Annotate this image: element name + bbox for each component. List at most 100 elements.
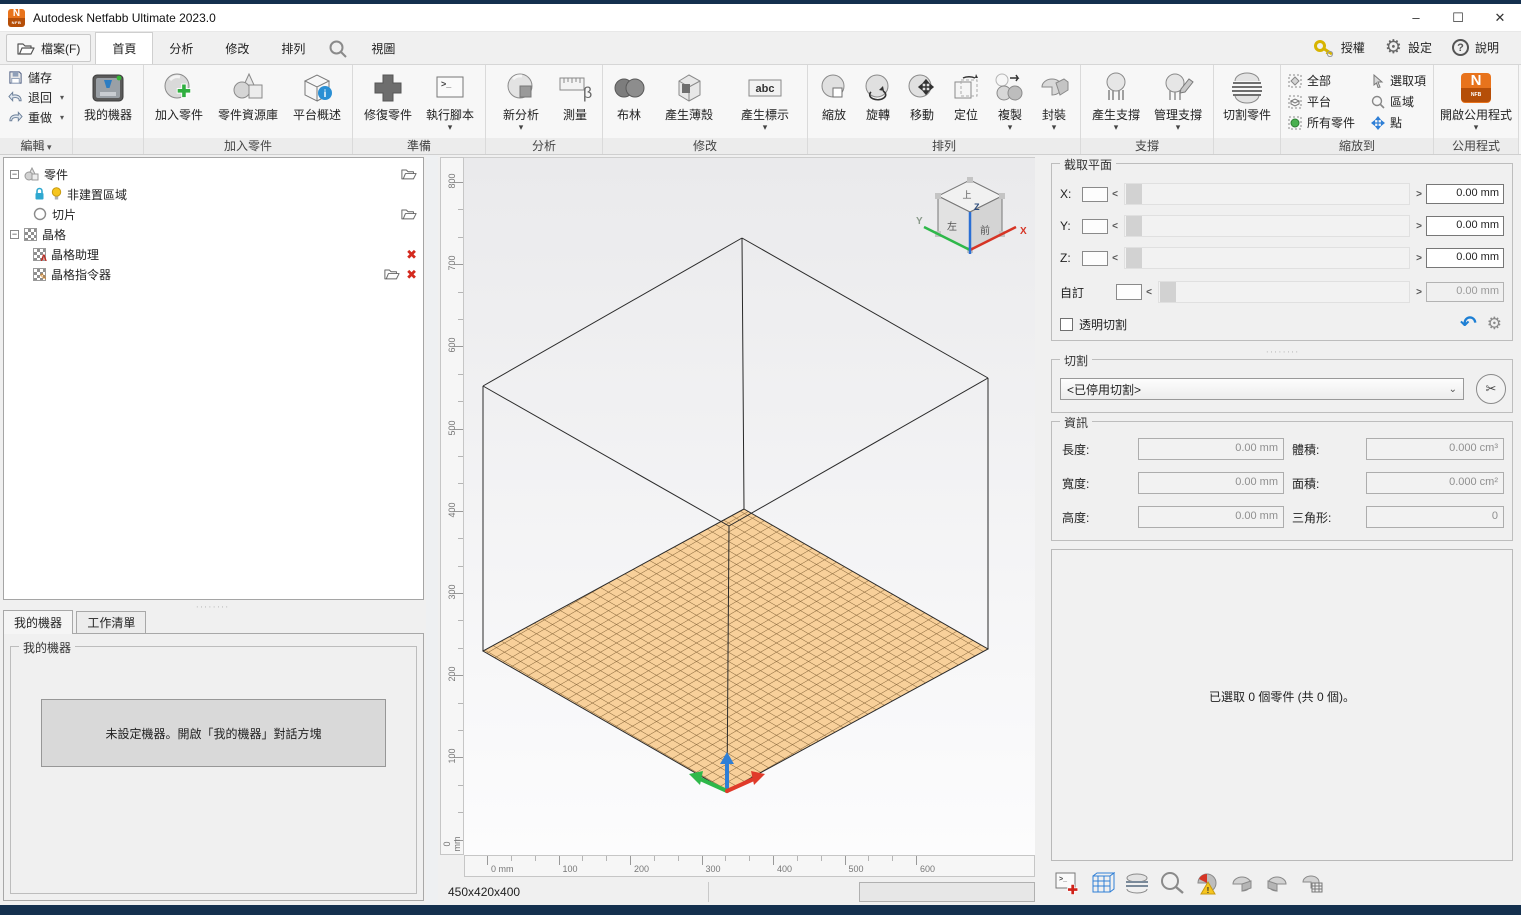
save-button[interactable]: 儲存 [4,67,56,87]
duplicate-button[interactable]: 複製 [988,67,1032,131]
zoom-point-button[interactable]: 點 [1368,113,1429,132]
license-button[interactable]: 授權 [1305,39,1373,57]
slider-left-arrow[interactable]: < [1108,253,1122,264]
slider-left-arrow[interactable]: < [1108,221,1122,232]
create-label-button[interactable]: abc 產生標示 [727,67,803,131]
add-part-button[interactable]: 加入零件 [148,67,210,123]
new-script-button[interactable]: >_ [1053,869,1081,897]
settings-button[interactable]: ⚙ 設定 [1377,36,1440,59]
collapse-icon[interactable] [10,230,19,239]
shell-grid-button[interactable] [1298,869,1326,897]
tab-arrange[interactable]: 排列 [265,33,321,64]
maximize-button[interactable]: ☐ [1437,5,1479,31]
slider-thumb[interactable] [1126,216,1142,236]
tab-job-list[interactable]: 工作清單 [76,611,146,633]
transparent-cut-checkbox[interactable] [1060,318,1073,331]
create-support-dropdown-icon[interactable] [1114,123,1119,131]
zoom-platform-button[interactable]: 平台 [1285,92,1358,111]
part-library-button[interactable]: 零件資源庫 [210,67,286,123]
manage-support-dropdown-icon[interactable] [1176,123,1181,131]
visibility-bulb-icon[interactable] [51,187,62,201]
manage-support-button[interactable]: 管理支撐 [1147,67,1209,131]
clip-x-checkbox[interactable] [1082,187,1108,202]
clip-y-slider[interactable] [1124,215,1410,237]
measure-button[interactable]: β 測量 [552,67,598,123]
clip-custom-slider[interactable] [1158,281,1410,303]
open-my-machines-button[interactable]: 未設定機器。開啟「我的機器」對話方塊 [41,699,386,767]
new-analysis-button[interactable]: 新分析 [490,67,552,131]
clip-custom-checkbox[interactable] [1116,284,1142,300]
slider-thumb[interactable] [1160,282,1176,302]
help-button[interactable]: ? 說明 [1444,39,1507,56]
search-icon[interactable] [321,33,355,64]
boolean-button[interactable]: 布林 [607,67,651,123]
tree-item-lattice-commander[interactable]: ✎ 晶格指令器 ✖ [10,264,419,284]
cut-part-button[interactable]: 切割零件 [1218,67,1276,123]
zoom-all-button[interactable]: 全部 [1285,71,1358,90]
move-button[interactable]: 移動 [900,67,944,123]
new-analysis-dropdown-icon[interactable] [519,123,524,131]
tree-item-no-build-zone[interactable]: 非建置區域 [10,184,419,204]
slider-left-arrow[interactable]: < [1108,189,1122,200]
slider-left-arrow[interactable]: < [1142,287,1156,298]
undo-button[interactable]: 退回 [4,87,68,107]
open-utility-dropdown-icon[interactable] [1474,123,1479,131]
tree-item-lattice-assistant[interactable]: A 晶格助理 ✖ [10,244,419,264]
slider-thumb[interactable] [1126,248,1142,268]
close-button[interactable]: ✕ [1479,5,1521,31]
scale-button[interactable]: 縮放 [812,67,856,123]
tab-my-machines[interactable]: 我的機器 [3,610,73,634]
tab-modify[interactable]: 修改 [209,33,265,64]
repair-warning-button[interactable]: ! [1193,869,1221,897]
cut-mode-select[interactable]: <已停用切割> ⌄ [1060,378,1464,400]
zoom-view-button[interactable] [1158,869,1186,897]
open-folder-icon[interactable] [401,208,417,220]
redo-button[interactable]: 重做 [4,107,68,127]
platform-overview-button[interactable]: i 平台概述 [286,67,348,123]
pack-button[interactable]: 封裝 [1032,67,1076,131]
slider-right-arrow[interactable]: > [1412,221,1426,232]
tab-analysis[interactable]: 分析 [153,33,209,64]
orient-button[interactable]: 定位 [944,67,988,123]
rotate-button[interactable]: 旋轉 [856,67,900,123]
clip-y-checkbox[interactable] [1082,219,1108,234]
zoom-selection-button[interactable]: 選取項 [1368,71,1429,90]
open-folder-icon[interactable] [401,168,417,180]
tree-item-parts[interactable]: 零件 [10,164,419,184]
collapse-icon[interactable] [10,170,19,179]
tree-item-lattice[interactable]: 晶格 [10,224,419,244]
pack-dropdown-icon[interactable] [1052,123,1057,131]
repair-part-button[interactable]: 修復零件 [357,67,419,123]
clipping-settings-icon[interactable]: ⚙ [1487,314,1502,334]
clip-y-value[interactable]: 0.00 mm [1426,216,1504,236]
slider-right-arrow[interactable]: > [1412,253,1426,264]
delete-icon[interactable]: ✖ [406,268,417,281]
open-folder-icon[interactable] [384,268,400,280]
run-script-dropdown-icon[interactable] [448,123,453,131]
open-utility-button[interactable]: NNFB 開啟公用程式 [1438,67,1514,131]
my-machines-button[interactable]: 我的機器 [77,67,139,123]
slider-thumb[interactable] [1126,184,1142,204]
clip-z-checkbox[interactable] [1082,251,1108,266]
scene-3d[interactable]: 上 Z 左 前 Y X [464,157,1035,855]
slider-right-arrow[interactable]: > [1412,287,1426,298]
duplicate-dropdown-icon[interactable] [1008,123,1013,131]
minimize-button[interactable]: – [1395,5,1437,31]
tab-home[interactable]: 首頁 [95,32,153,64]
execute-cut-button[interactable]: ✂ [1476,374,1506,404]
tab-view[interactable]: 視圖 [355,33,411,64]
vertical-splitter[interactable] [426,155,438,905]
clip-z-value[interactable]: 0.00 mm [1426,248,1504,268]
zoom-all-parts-button[interactable]: 所有零件 [1285,113,1358,132]
zoom-region-button[interactable]: 區域 [1368,92,1429,111]
reset-clipping-icon[interactable]: ↶ [1460,311,1477,336]
run-script-button[interactable]: >_ 執行腳本 [419,67,481,131]
slider-right-arrow[interactable]: > [1412,189,1426,200]
clip-z-slider[interactable] [1124,247,1410,269]
lattice-view-button[interactable] [1088,869,1116,897]
slice-view-button[interactable] [1123,869,1151,897]
right-panel-splitter[interactable]: ∙∙∙∙∙∙∙∙ [1045,347,1521,356]
create-shell-button[interactable]: 產生薄殼 [651,67,727,123]
clip-x-slider[interactable] [1124,183,1410,205]
delete-icon[interactable]: ✖ [406,248,417,261]
